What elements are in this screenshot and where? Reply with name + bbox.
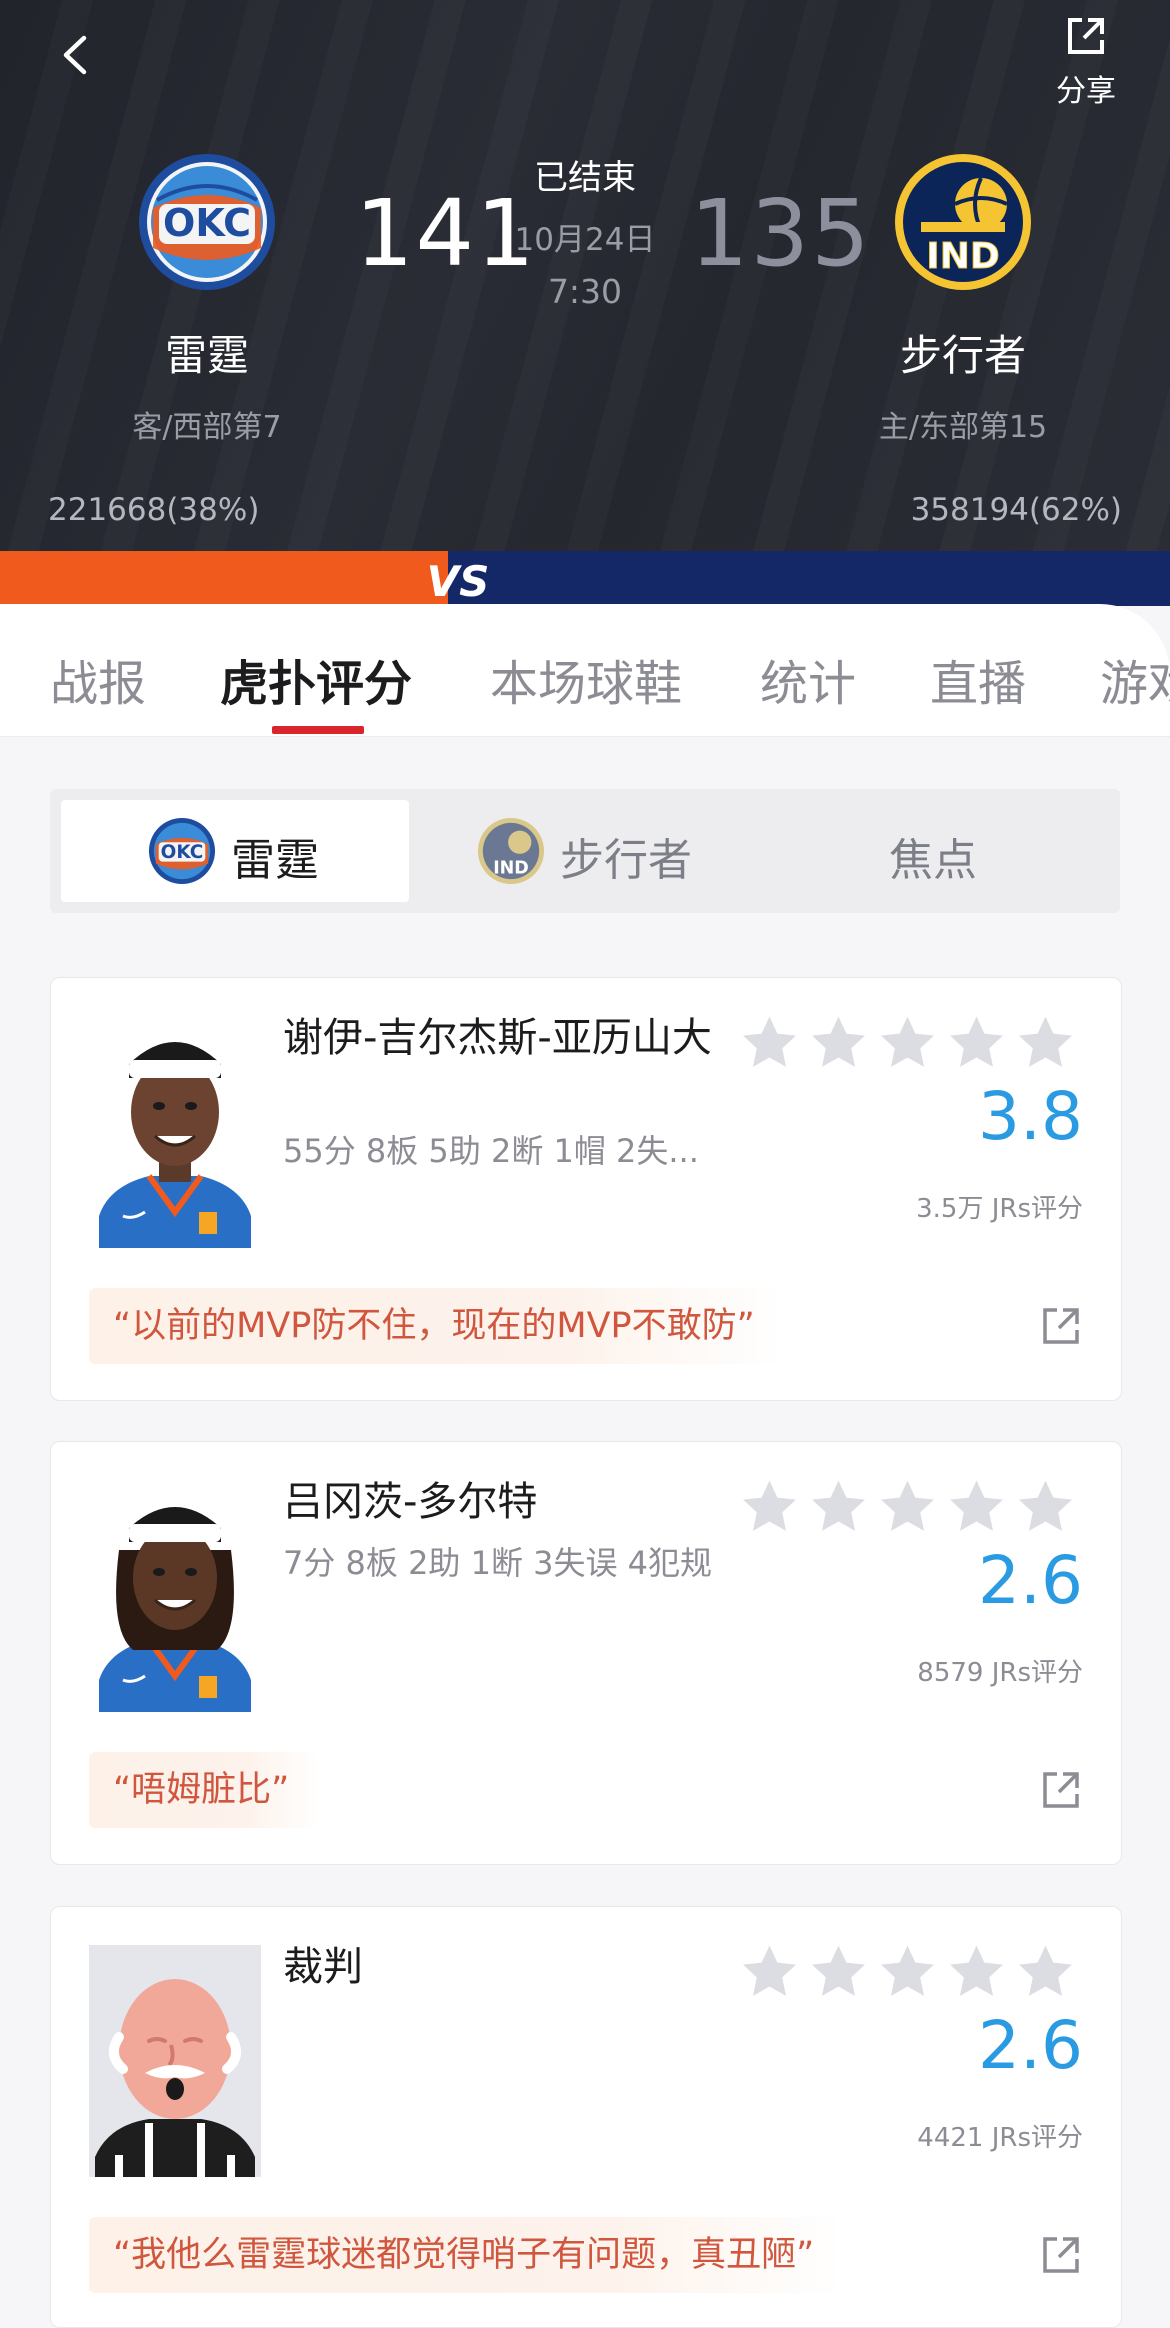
player-avatar xyxy=(89,1480,261,1712)
star-icon[interactable] xyxy=(946,1941,1007,2003)
star-icon[interactable] xyxy=(808,1476,869,1538)
okc-logo-text: OKC xyxy=(163,201,251,245)
rating-count: 8579 JRs评分 xyxy=(917,1658,1083,1688)
game-time: 7:30 xyxy=(547,272,623,311)
star-icon[interactable] xyxy=(877,1476,938,1538)
rating-score: 2.6 xyxy=(978,2007,1083,2084)
home-score: 135 xyxy=(690,180,872,287)
svg-text:VS: VS xyxy=(427,557,490,606)
player-stats: 7分 8板 2助 1断 3失误 4犯规 xyxy=(283,1544,713,1582)
star-icon[interactable] xyxy=(1015,1941,1076,2003)
tab-live[interactable]: 直播 xyxy=(930,644,1026,714)
home-support-bar xyxy=(448,551,1170,606)
tab-bar: 战报 虎扑评分 本场球鞋 统计 直播 游戏 xyxy=(0,604,1170,737)
top-comment-quote[interactable]: “我他么雷霆球迷都觉得哨子有问题，真丑陋” xyxy=(89,2217,845,2293)
ind-team-logo[interactable]: IND xyxy=(893,152,1033,292)
referee-avatar xyxy=(89,1945,261,2177)
okc-team-logo[interactable]: OKC xyxy=(137,152,277,292)
segment-okc[interactable]: OKC 雷霆 xyxy=(61,800,409,902)
share-external-icon xyxy=(1068,18,1104,54)
rating-count: 3.5万 JRs评分 xyxy=(916,1194,1083,1224)
star-icon[interactable] xyxy=(1015,1476,1076,1538)
tab-stats[interactable]: 统计 xyxy=(760,644,856,714)
game-date: 10月24日 xyxy=(514,222,656,258)
rating-score: 2.6 xyxy=(978,1542,1083,1619)
support-ratio-bar: VS xyxy=(0,551,1170,606)
home-team-rank: 主/东部第15 xyxy=(878,410,1048,445)
back-button[interactable] xyxy=(52,30,102,80)
star-icon[interactable] xyxy=(808,1012,869,1074)
open-external-icon[interactable] xyxy=(1039,2233,1083,2277)
star-icon[interactable] xyxy=(808,1941,869,2003)
team-segment-control: OKC 雷霆 IND 步行者 焦点 xyxy=(50,789,1120,913)
share-label: 分享 xyxy=(1056,74,1116,109)
rating-stars[interactable] xyxy=(739,1476,1084,1538)
okc-small-logo-icon: OKC xyxy=(148,817,216,885)
home-team-name[interactable]: 步行者 xyxy=(833,322,1093,383)
tab-report[interactable]: 战报 xyxy=(50,644,146,714)
top-comment-quote[interactable]: “以前的MVP防不住，现在的MVP不敢防” xyxy=(89,1288,785,1364)
share-button[interactable]: 分享 xyxy=(1050,10,1122,109)
star-icon[interactable] xyxy=(946,1012,1007,1074)
star-icon[interactable] xyxy=(1015,1012,1076,1074)
rating-stars[interactable] xyxy=(739,1941,1084,2003)
player-rating-card[interactable]: 谢伊-吉尔杰斯-亚历山大 55分 8板 5助 2断 1帽 2失... 3.8 3… xyxy=(50,977,1122,1401)
segment-focus-label: 焦点 xyxy=(889,835,977,886)
tab-games[interactable]: 游戏 xyxy=(1100,644,1170,714)
open-external-icon[interactable] xyxy=(1039,1304,1083,1348)
away-support-count: 221668(38%) xyxy=(48,492,260,528)
star-icon[interactable] xyxy=(739,1941,800,2003)
rating-stars[interactable] xyxy=(739,1012,1084,1074)
game-status: 已结束 xyxy=(534,158,636,198)
segment-okc-label: 雷霆 xyxy=(231,835,319,886)
rating-count: 4421 JRs评分 xyxy=(917,2123,1083,2153)
player-name: 裁判 xyxy=(283,1944,363,1990)
chevron-left-icon xyxy=(63,35,87,75)
player-rating-card[interactable]: 裁判 2.6 4421 JRs评分 “我他么雷霆球迷都觉得哨子有问题，真丑陋” xyxy=(50,1906,1122,2328)
player-avatar xyxy=(89,1016,261,1248)
star-icon[interactable] xyxy=(739,1476,800,1538)
svg-text:OKC: OKC xyxy=(161,842,204,863)
vs-badge: VS xyxy=(427,557,490,606)
segment-ind-label: 步行者 xyxy=(560,835,692,886)
segment-ind[interactable]: IND 步行者 xyxy=(420,800,768,902)
star-icon[interactable] xyxy=(739,1012,800,1074)
game-header: 分享 OKC IND 141 135 已结束 10月24日 7:30 雷霆 步行… xyxy=(0,0,1170,551)
segment-focus[interactable]: 焦点 xyxy=(772,800,1120,902)
player-rating-card[interactable]: 吕冈茨-多尔特 7分 8板 2助 1断 3失误 4犯规 2.6 8579 JRs… xyxy=(50,1441,1122,1865)
svg-text:IND: IND xyxy=(493,858,529,878)
tab-shoes[interactable]: 本场球鞋 xyxy=(490,644,682,714)
open-external-icon[interactable] xyxy=(1039,1768,1083,1812)
away-support-bar xyxy=(0,551,448,606)
star-icon[interactable] xyxy=(946,1476,1007,1538)
player-name: 谢伊-吉尔杰斯-亚历山大 xyxy=(283,1015,712,1061)
player-name: 吕冈茨-多尔特 xyxy=(283,1479,538,1525)
home-support-count: 358194(62%) xyxy=(910,492,1122,528)
star-icon[interactable] xyxy=(877,1012,938,1074)
star-icon[interactable] xyxy=(877,1941,938,2003)
away-team-rank: 客/西部第7 xyxy=(132,410,282,445)
ind-small-logo-icon: IND xyxy=(477,817,545,885)
top-comment-quote[interactable]: “唔姆脏比” xyxy=(89,1752,320,1828)
player-stats: 55分 8板 5助 2断 1帽 2失... xyxy=(283,1132,699,1170)
away-team-name[interactable]: 雷霆 xyxy=(77,322,337,383)
rating-score: 3.8 xyxy=(978,1078,1083,1155)
ind-logo-text: IND xyxy=(926,236,999,277)
active-tab-indicator xyxy=(272,726,364,734)
tab-hupu-rating[interactable]: 虎扑评分 xyxy=(220,644,412,714)
